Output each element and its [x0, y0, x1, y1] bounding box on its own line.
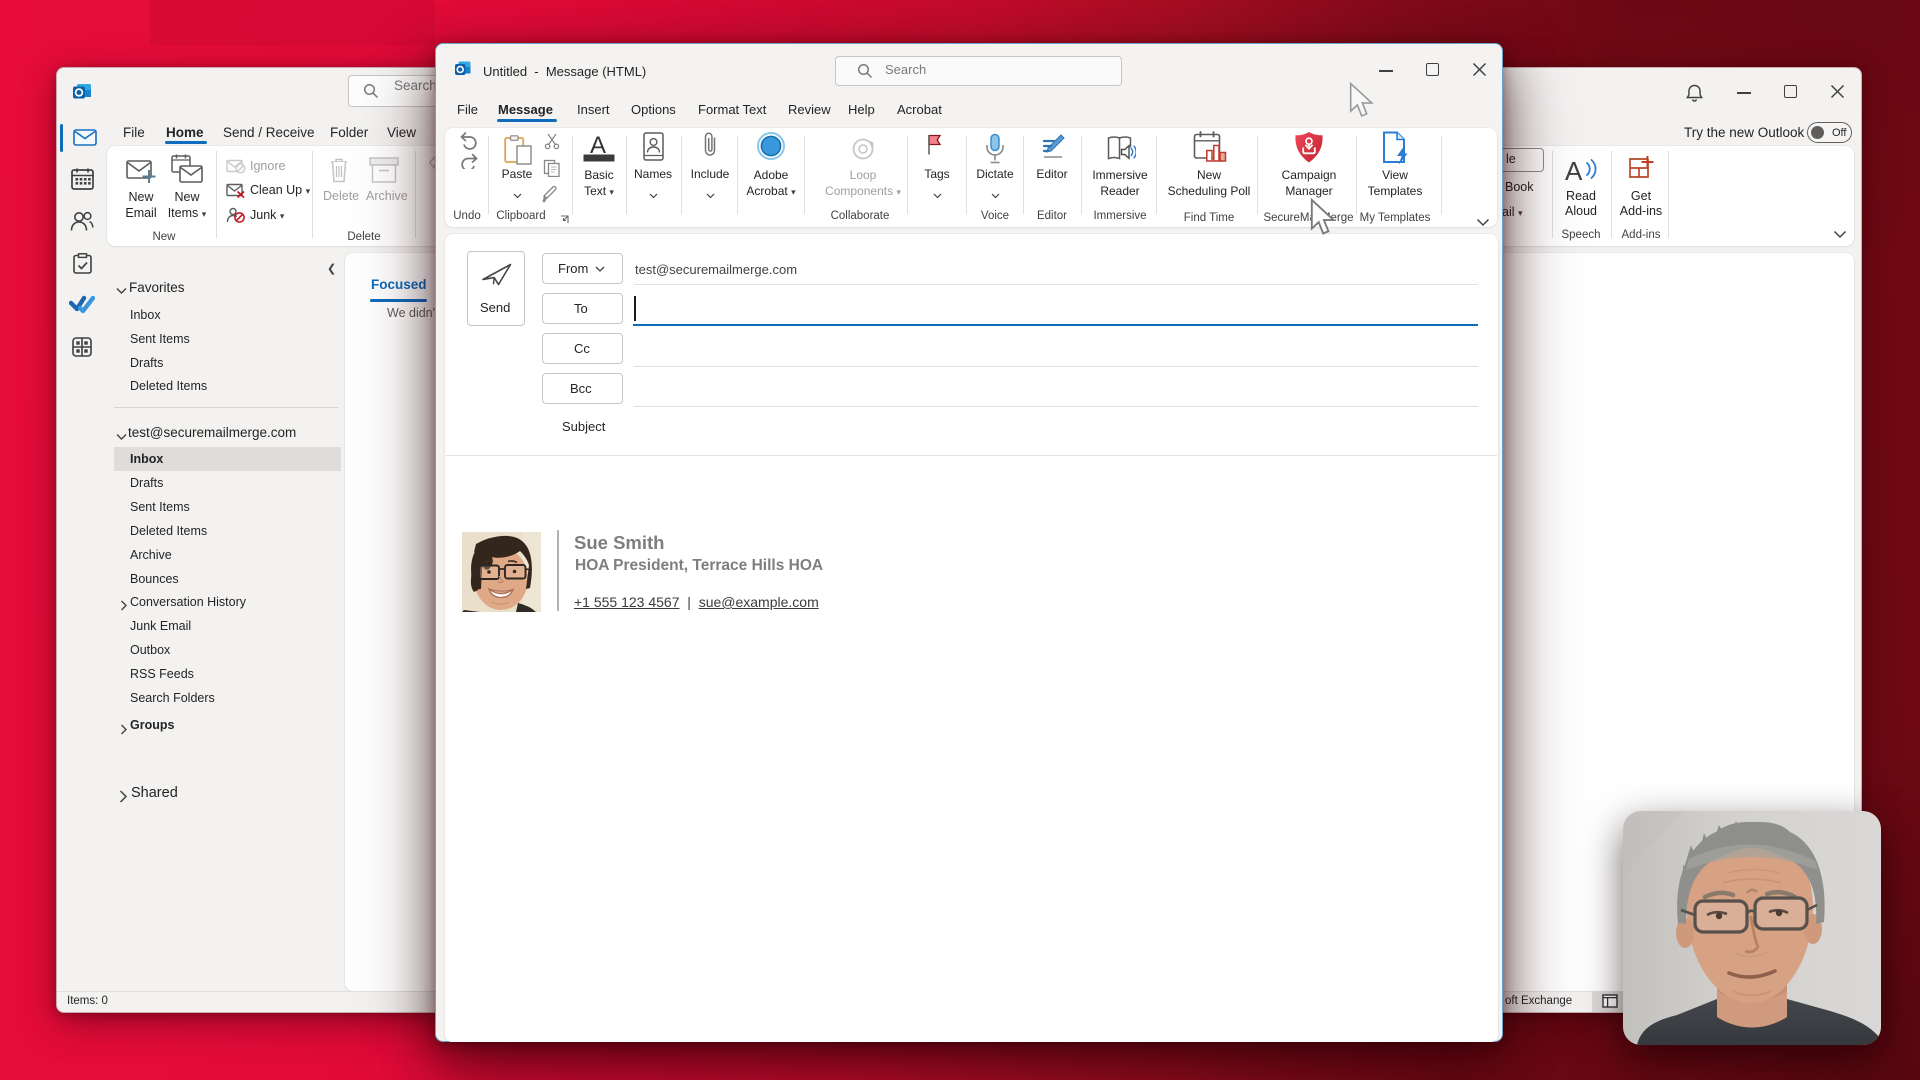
svg-text:A: A	[1565, 156, 1583, 185]
